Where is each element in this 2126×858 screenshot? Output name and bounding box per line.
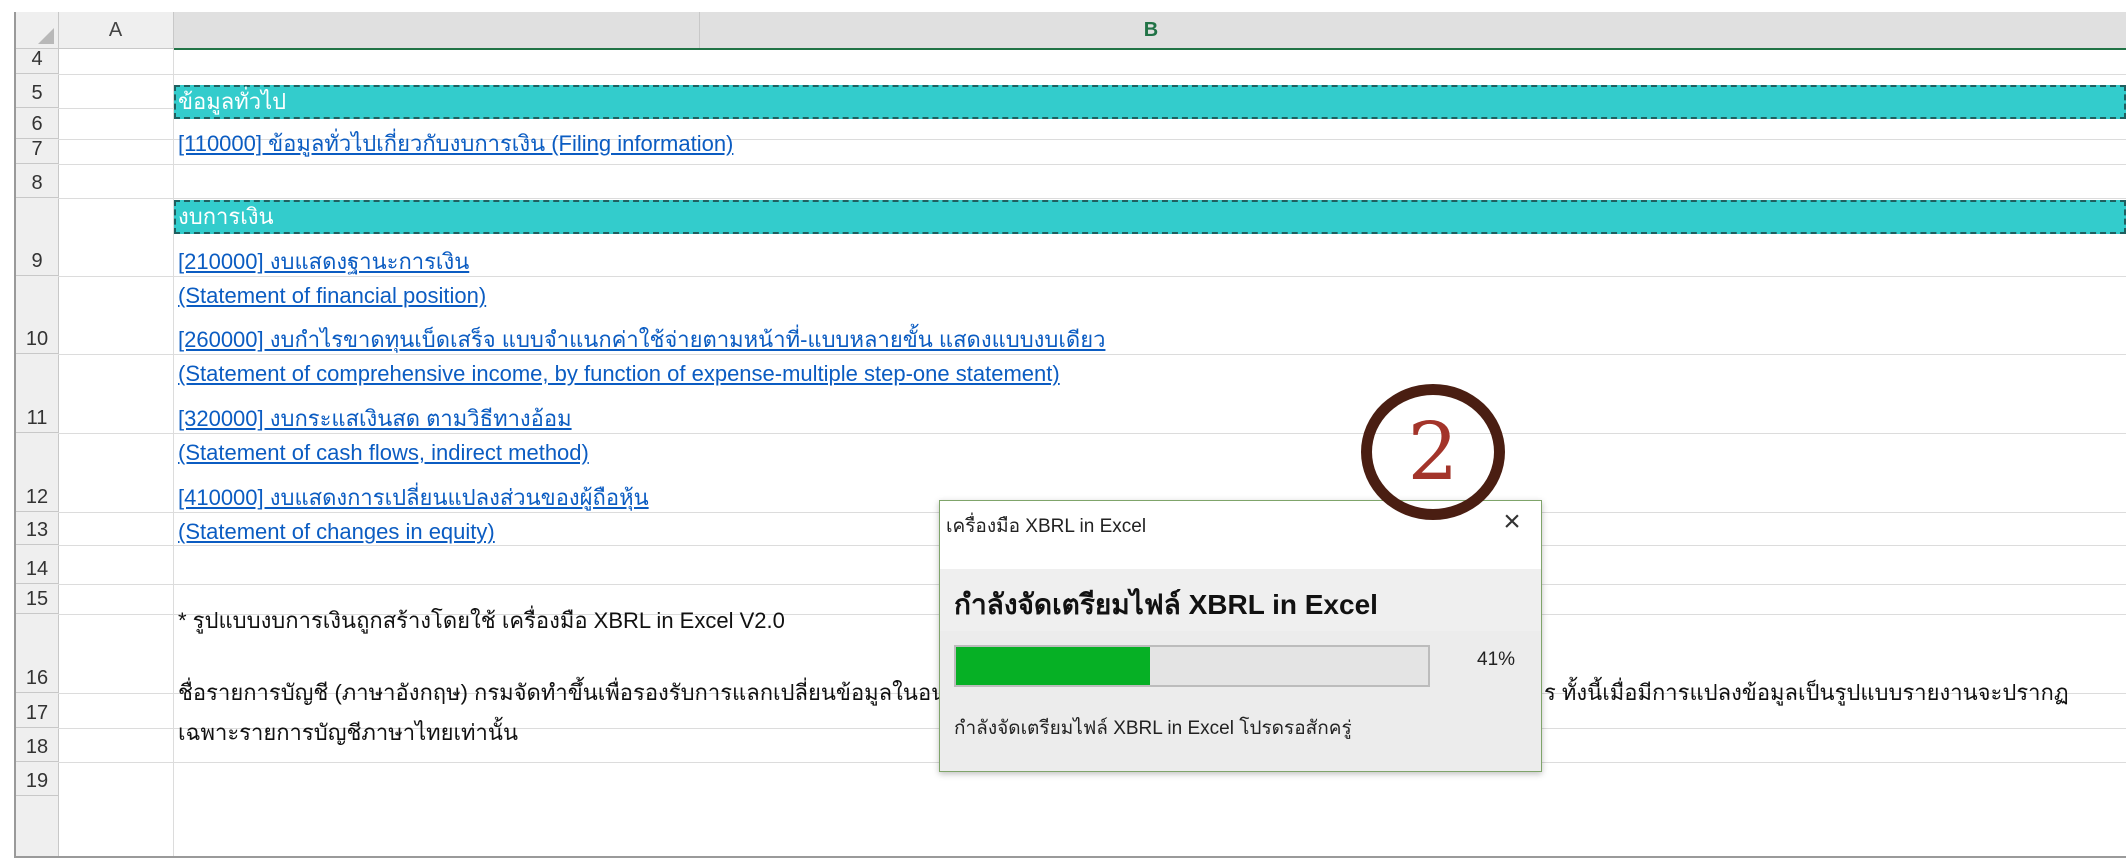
link-filing-information[interactable]: [110000] ข้อมูลทั่วไปเกี่ยวกับงบการเงิน … bbox=[178, 126, 733, 161]
note-account-names-right[interactable]: ร ทั้งนี้เมื่อมีการแปลงข้อมูลเป็นรูปแบบร… bbox=[1544, 675, 2069, 710]
close-icon[interactable]: × bbox=[1497, 507, 1527, 537]
note-account-names-line2[interactable]: เฉพาะรายการบัญชีภาษาไทยเท่านั้น bbox=[178, 715, 518, 750]
dialog-heading: กำลังจัดเตรียมไฟล์ XBRL in Excel bbox=[954, 589, 1378, 620]
link-410000-english[interactable]: (Statement of changes in equity) bbox=[178, 519, 495, 545]
note-account-names-left[interactable]: ชื่อรายการบัญชี (ภาษาอังกฤษ) กรมจัดทำขึ้… bbox=[178, 675, 959, 710]
column-header-b[interactable]: B bbox=[174, 12, 2126, 50]
progress-bar-fill bbox=[956, 647, 1150, 685]
progress-percent: 41% bbox=[1477, 649, 1516, 670]
dialog-body: 41% กำลังจัดเตรียมไฟล์ XBRL in Excel โปร… bbox=[940, 631, 1541, 771]
row-header-7[interactable]: 7 bbox=[16, 138, 58, 164]
row-gridline bbox=[58, 74, 2126, 75]
row-header-8[interactable]: 8 bbox=[16, 164, 58, 198]
row-header-5[interactable]: 5 bbox=[16, 74, 58, 108]
column-divider bbox=[699, 12, 700, 48]
row-header-11[interactable]: 11 bbox=[16, 354, 58, 433]
row-gridline bbox=[58, 164, 2126, 165]
row-header-18[interactable]: 18 bbox=[16, 728, 58, 762]
section-financial-statements[interactable]: งบการเงิน bbox=[174, 200, 2126, 234]
row-header-13[interactable]: 13 bbox=[16, 512, 58, 545]
dialog-heading-band: กำลังจัดเตรียมไฟล์ XBRL in Excel bbox=[940, 569, 1541, 631]
column-header-bar: A B bbox=[16, 12, 2126, 50]
row-header-6[interactable]: 6 bbox=[16, 108, 58, 139]
section-general-info[interactable]: ข้อมูลทั่วไป bbox=[174, 85, 2126, 119]
link-210000-english[interactable]: (Statement of financial position) bbox=[178, 283, 486, 309]
progress-bar bbox=[954, 645, 1430, 687]
link-260000-english[interactable]: (Statement of comprehensive income, by f… bbox=[178, 361, 1060, 387]
row-gridline bbox=[58, 198, 2126, 199]
note-xbrl-tool[interactable]: * รูปแบบงบการเงินถูกสร้างโดยใช้ เครื่องม… bbox=[178, 603, 785, 638]
select-all-triangle bbox=[38, 28, 54, 44]
row-header-4[interactable]: 4 bbox=[16, 48, 58, 74]
column-gridline bbox=[173, 49, 174, 856]
xbrl-progress-dialog: เครื่องมือ XBRL in Excel × กำลังจัดเตรีย… bbox=[939, 500, 1542, 772]
select-all-corner[interactable] bbox=[16, 12, 59, 48]
step-number-annotation: 2 bbox=[1361, 384, 1505, 520]
column-header-a[interactable]: A bbox=[58, 12, 174, 48]
row-header-10[interactable]: 10 bbox=[16, 276, 58, 354]
row-header-9[interactable]: 9 bbox=[16, 198, 58, 276]
link-320000-english[interactable]: (Statement of cash flows, indirect metho… bbox=[178, 440, 589, 466]
row-header-14[interactable]: 14 bbox=[16, 545, 58, 584]
row-header-17[interactable]: 17 bbox=[16, 693, 58, 728]
link-260000-title[interactable]: [260000] งบกำไรขาดทุนเบ็ดเสร็จ แบบจำแนกค… bbox=[178, 322, 1105, 357]
row-header-column: 4 5 6 7 8 9 10 11 12 13 14 15 16 17 18 1… bbox=[16, 48, 59, 856]
link-210000-title[interactable]: [210000] งบแสดงฐานะการเงิน bbox=[178, 244, 469, 279]
link-410000-title[interactable]: [410000] งบแสดงการเปลี่ยนแปลงส่วนของผู้ถ… bbox=[178, 480, 649, 515]
row-header-16[interactable]: 16 bbox=[16, 614, 58, 693]
dialog-status-text: กำลังจัดเตรียมไฟล์ XBRL in Excel โปรดรอส… bbox=[954, 718, 1352, 739]
row-header-19[interactable]: 19 bbox=[16, 762, 58, 796]
row-header-15[interactable]: 15 bbox=[16, 584, 58, 614]
row-header-12[interactable]: 12 bbox=[16, 433, 58, 512]
link-320000-title[interactable]: [320000] งบกระแสเงินสด ตามวิธีทางอ้อม bbox=[178, 401, 572, 436]
dialog-title: เครื่องมือ XBRL in Excel bbox=[946, 516, 1147, 537]
